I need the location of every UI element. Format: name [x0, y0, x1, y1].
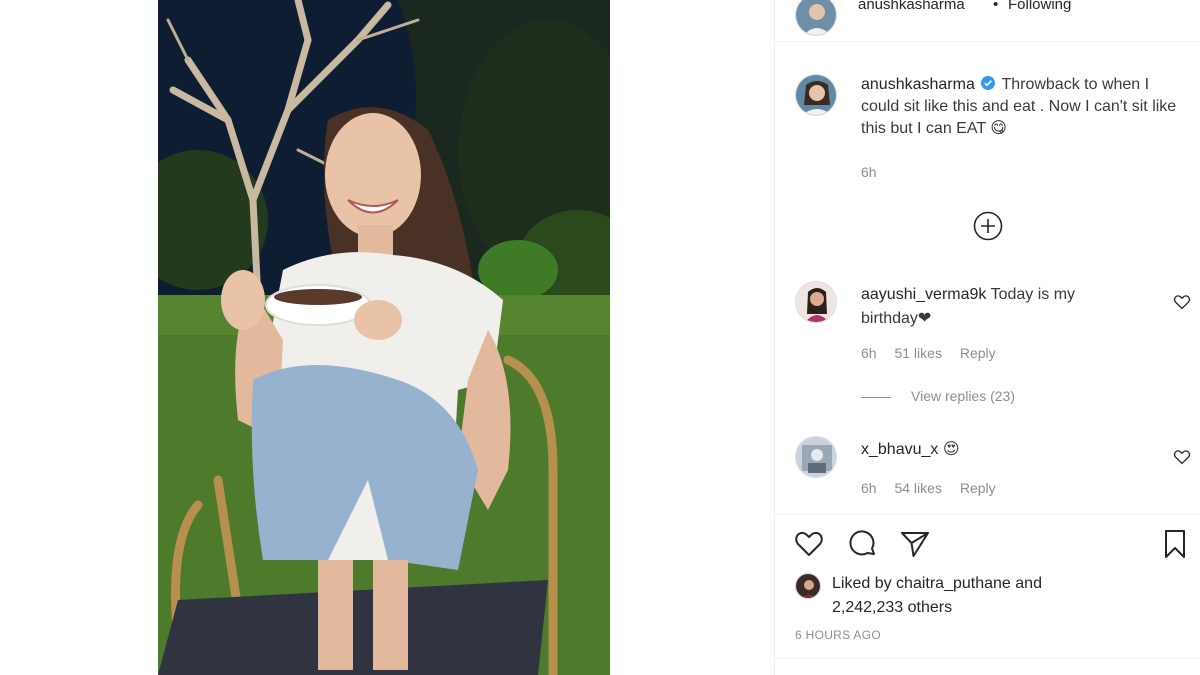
view-replies-label: View replies (23)	[911, 388, 1016, 404]
view-replies-rule	[861, 396, 891, 398]
commenter-avatar[interactable]	[795, 436, 837, 478]
liker-avatar[interactable]	[795, 573, 821, 599]
commenter-avatar[interactable]	[795, 281, 837, 323]
liked-by-prefix: Liked by	[832, 575, 892, 592]
send-icon[interactable]	[899, 528, 931, 560]
caption-time[interactable]: 6h	[861, 164, 877, 180]
comment-meta: 6h 54 likes Reply	[861, 480, 1010, 496]
comment-text-block: aayushi_verma9k Today is my birthday❤	[861, 283, 1131, 331]
reply-button[interactable]: Reply	[960, 345, 996, 361]
caption-avatar[interactable]	[795, 74, 837, 116]
liked-by-user[interactable]: chaitra_puthane	[896, 575, 1011, 592]
liked-by-text: Liked by chaitra_puthane and 2,242,233 o…	[832, 572, 1162, 620]
post-photo[interactable]	[158, 0, 610, 675]
comment-likes[interactable]: 54 likes	[894, 480, 941, 496]
comment-username[interactable]: aayushi_verma9k	[861, 286, 986, 303]
comment-heart-icon[interactable]	[1173, 293, 1191, 311]
plus-circle-icon[interactable]	[973, 211, 1003, 241]
comment-text: 😍	[942, 441, 960, 458]
verified-badge-icon	[981, 76, 996, 90]
comment-likes[interactable]: 51 likes	[894, 345, 941, 361]
comment-time[interactable]: 6h	[861, 345, 877, 361]
post-header: anushkasharma • Following •••	[775, 0, 1200, 42]
photo-illustration	[158, 0, 610, 675]
caption-text-block: anushkasharma Throwback to when I could …	[861, 74, 1181, 140]
comment-meta: 6h 51 likes Reply	[861, 345, 1010, 361]
bookmark-icon[interactable]	[1159, 528, 1191, 560]
post-side-panel: anushkasharma • Following ••• anushkasha…	[775, 0, 1200, 675]
header-username[interactable]: anushkasharma	[858, 0, 965, 13]
comment-icon[interactable]	[847, 528, 879, 560]
reply-button[interactable]: Reply	[960, 480, 996, 496]
comment-time[interactable]: 6h	[861, 480, 877, 496]
comment-username[interactable]: x_bhavu_x	[861, 441, 938, 458]
following-button[interactable]: Following	[1008, 0, 1071, 13]
heart-icon[interactable]	[793, 528, 825, 560]
comment-text-block: x_bhavu_x 😍	[861, 438, 1131, 462]
actions-divider	[775, 514, 1200, 515]
comment-box-divider	[775, 658, 1200, 659]
author-avatar[interactable]	[795, 0, 837, 36]
caption-username[interactable]: anushkasharma	[861, 76, 975, 93]
liked-by-count[interactable]: 2,242,233 others	[832, 599, 952, 616]
post-time-ago[interactable]: 6 HOURS AGO	[795, 628, 881, 642]
view-replies-button[interactable]: View replies (23)	[861, 388, 1015, 404]
header-separator: •	[993, 0, 999, 13]
comment-heart-icon[interactable]	[1173, 448, 1191, 466]
liked-by-conj: and	[1015, 575, 1042, 592]
more-horizontal-icon[interactable]: •••	[1170, 0, 1187, 8]
